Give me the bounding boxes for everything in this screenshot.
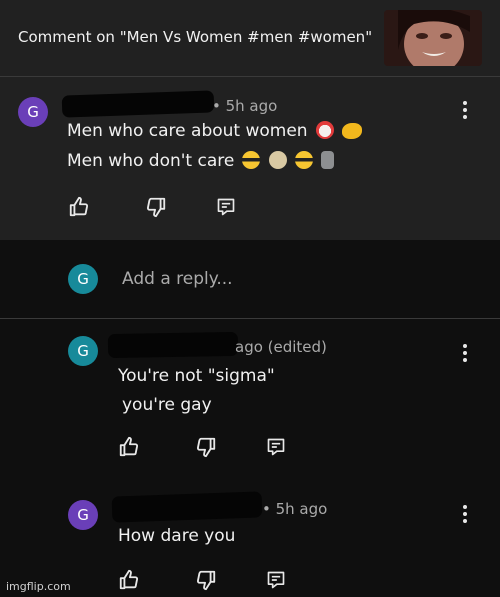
header-title: Comment on "Men Vs Women #men #women": [18, 28, 373, 46]
reply-bar: G Add a reply...: [0, 240, 500, 319]
reply-icon[interactable]: [266, 570, 286, 590]
reply-line-1: How dare you: [118, 526, 236, 546]
clown-emoji-icon: [315, 121, 334, 139]
avatar[interactable]: G: [68, 500, 98, 530]
sunglasses-emoji-icon: [242, 151, 261, 169]
sunglasses-emoji-icon: [294, 151, 313, 169]
beer-mug-emoji-icon: [268, 151, 287, 169]
more-options-icon[interactable]: [463, 101, 467, 122]
main-comment: G • 5h ago Men who care about women Men …: [0, 77, 500, 240]
watermark: imgflip.com: [6, 580, 71, 593]
comment-line-2: Men who don't care: [67, 151, 235, 171]
pinching-hand-emoji-icon: [341, 123, 362, 139]
comment-text-line-2: Men who don't care: [67, 151, 334, 171]
like-icon[interactable]: [118, 569, 140, 591]
moai-emoji-icon: [320, 151, 334, 169]
comment-text-line-1: Men who care about women: [67, 121, 362, 141]
avatar[interactable]: G: [18, 97, 48, 127]
reply-time: ago (edited): [235, 338, 327, 356]
more-options-icon[interactable]: [463, 344, 467, 365]
reply-time: • 5h ago: [262, 500, 328, 518]
like-icon[interactable]: [68, 196, 90, 218]
dislike-icon[interactable]: [195, 436, 217, 458]
like-icon[interactable]: [118, 436, 140, 458]
redacted-username: [111, 491, 263, 523]
dislike-icon[interactable]: [145, 196, 167, 218]
comment-time: • 5h ago: [212, 97, 278, 115]
redacted-username: [107, 331, 239, 359]
redacted-username: [61, 90, 215, 118]
more-options-icon[interactable]: [463, 505, 467, 526]
add-reply-input[interactable]: Add a reply...: [122, 269, 233, 289]
avatar[interactable]: G: [68, 336, 98, 366]
avatar: G: [68, 264, 98, 294]
comment-header: Comment on "Men Vs Women #men #women": [0, 0, 500, 77]
reply-line-2: you're gay: [122, 395, 212, 415]
reply-line-1: You're not "sigma": [118, 366, 275, 386]
reply-icon[interactable]: [266, 437, 286, 457]
comment-line-1: Men who care about women: [67, 121, 308, 141]
dislike-icon[interactable]: [195, 569, 217, 591]
video-thumbnail[interactable]: [384, 10, 482, 66]
reply-icon[interactable]: [216, 197, 236, 217]
